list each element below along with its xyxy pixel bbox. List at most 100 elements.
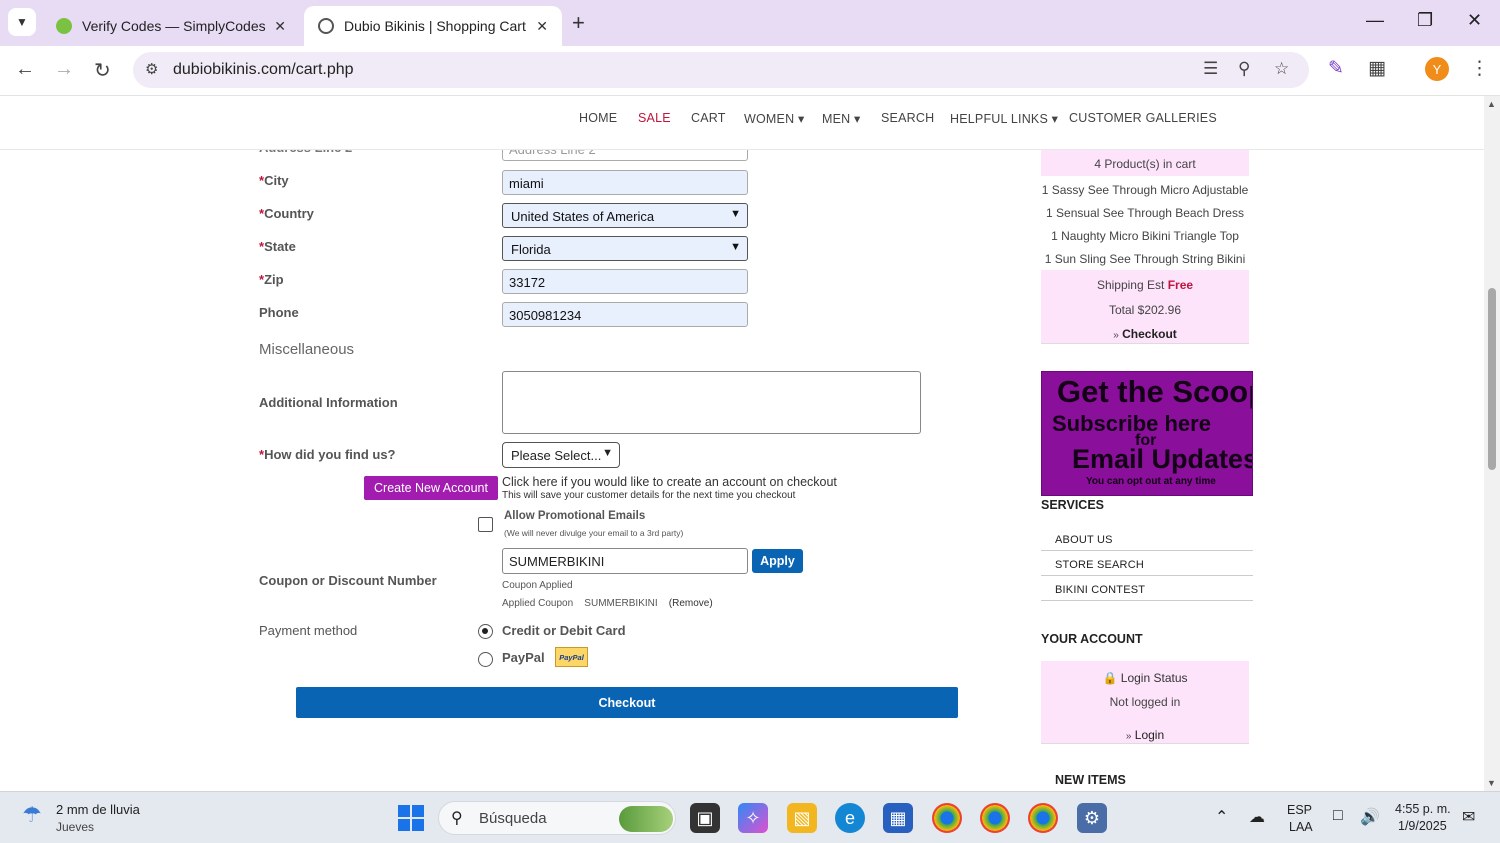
translate-icon[interactable]: ☰: [1203, 59, 1218, 79]
tab-title: Dubio Bikinis | Shopping Cart: [344, 18, 526, 34]
coupon-input[interactable]: SUMMERBIKINI: [502, 548, 748, 574]
back-arrow-icon[interactable]: ←: [15, 58, 35, 81]
tab-dubio-cart[interactable]: Dubio Bikinis | Shopping Cart ✕: [304, 6, 562, 46]
zoom-icon[interactable]: ⚲: [1238, 59, 1250, 79]
tab-search-button[interactable]: ▼: [8, 8, 36, 36]
chrome-profile-icon[interactable]: [1028, 803, 1058, 833]
email-subscribe-banner[interactable]: Get the Scoop Subscribe here for Email U…: [1041, 371, 1253, 496]
service-about-us[interactable]: ABOUT US: [1041, 526, 1253, 551]
address-bar[interactable]: ⚙ dubiobikinis.com/cart.php ☰ ⚲ ☆: [133, 52, 1309, 88]
site-info-icon[interactable]: ⚙: [145, 60, 158, 78]
phone-input[interactable]: 3050981234: [502, 302, 748, 327]
menu-dots-icon[interactable]: ⋮: [1470, 57, 1489, 80]
misc-heading: Miscellaneous: [259, 341, 355, 358]
payment-card-label[interactable]: Credit or Debit Card: [502, 623, 626, 638]
extensions-puzzle-icon[interactable]: ▦: [1368, 57, 1386, 80]
forward-arrow-icon[interactable]: →: [54, 58, 74, 81]
cart-item[interactable]: 1 Sun Sling See Through String Bikini: [1041, 252, 1249, 266]
globe-icon: [318, 18, 334, 34]
city-input[interactable]: miami: [502, 170, 748, 195]
additional-info-label: Additional Information: [259, 395, 398, 410]
search-highlight-image: [619, 806, 673, 832]
nav-search[interactable]: SEARCH: [881, 111, 934, 125]
create-account-button[interactable]: Create New Account: [364, 476, 498, 500]
network-icon[interactable]: □: [1333, 807, 1343, 825]
task-view-icon[interactable]: ▣: [690, 803, 720, 833]
onedrive-cloud-icon[interactable]: ☁: [1249, 807, 1265, 827]
url-text[interactable]: dubiobikinis.com/cart.php: [173, 61, 354, 79]
promo-emails-note: (We will never divulge your email to a 3…: [504, 528, 684, 538]
page-scrollbar[interactable]: ▲ ▼: [1484, 96, 1500, 791]
rain-umbrella-icon[interactable]: ☂: [22, 802, 42, 828]
weather-text[interactable]: 2 mm de lluvia: [56, 802, 140, 817]
zip-input[interactable]: 33172: [502, 269, 748, 294]
store-icon[interactable]: ▦: [883, 803, 913, 833]
promo-emails-checkbox[interactable]: [478, 517, 493, 532]
service-store-search[interactable]: STORE SEARCH: [1041, 551, 1253, 576]
remove-coupon-link[interactable]: (Remove): [669, 598, 713, 609]
nav-women[interactable]: WOMEN ▾: [744, 111, 804, 126]
tab-simplycodes[interactable]: Verify Codes — SimplyCodes ✕: [42, 6, 300, 46]
app-icon[interactable]: ⚙: [1077, 803, 1107, 833]
banner-line: Email Updates: [1072, 444, 1253, 474]
payment-paypal-label[interactable]: PayPal: [502, 650, 545, 665]
language-layout[interactable]: LAA: [1289, 820, 1313, 834]
close-window-icon[interactable]: ✕: [1467, 10, 1482, 31]
additional-info-textarea[interactable]: [502, 371, 921, 434]
sidebar-checkout-link[interactable]: » Checkout: [1041, 327, 1249, 341]
notification-bell-icon[interactable]: ✉: [1462, 807, 1475, 827]
chevron-down-icon: ▼: [602, 447, 613, 459]
promo-emails-label: Allow Promotional Emails: [504, 510, 646, 522]
profile-avatar[interactable]: Y: [1425, 57, 1449, 81]
clock-time[interactable]: 4:55 p. m.: [1395, 802, 1451, 816]
nav-customer-galleries[interactable]: CUSTOMER GALLERIES: [1069, 111, 1217, 125]
bookmark-star-icon[interactable]: ☆: [1274, 59, 1289, 79]
apply-coupon-button[interactable]: Apply: [752, 549, 803, 573]
edge-icon[interactable]: e: [835, 803, 865, 833]
nav-men[interactable]: MEN ▾: [822, 111, 861, 126]
chevron-up-icon[interactable]: ⌃: [1215, 807, 1228, 827]
minimize-icon[interactable]: —: [1366, 10, 1384, 31]
nav-cart[interactable]: CART: [691, 111, 726, 125]
nav-home[interactable]: HOME: [579, 111, 617, 125]
payment-card-radio[interactable]: [478, 624, 493, 639]
scroll-down-icon[interactable]: ▼: [1487, 778, 1496, 788]
applied-coupon-prefix: Applied Coupon: [502, 598, 574, 609]
checkout-button[interactable]: Checkout: [296, 687, 958, 718]
pen-extension-icon[interactable]: ✎: [1328, 57, 1344, 80]
copilot-icon[interactable]: ✧: [738, 803, 768, 833]
cart-item[interactable]: 1 Sassy See Through Micro Adjustable: [1041, 183, 1249, 197]
payment-paypal-radio[interactable]: [478, 652, 493, 667]
service-bikini-contest[interactable]: BIKINI CONTEST: [1041, 576, 1253, 601]
windows-start-icon[interactable]: [398, 805, 424, 831]
country-select[interactable]: United States of America ▼: [502, 203, 748, 228]
nav-helpful-links[interactable]: HELPFUL LINKS ▾: [950, 111, 1058, 126]
clock-date[interactable]: 1/9/2025: [1398, 819, 1447, 833]
nav-sale[interactable]: SALE: [638, 111, 671, 125]
cart-item[interactable]: 1 Naughty Micro Bikini Triangle Top: [1041, 229, 1249, 243]
language-indicator[interactable]: ESP: [1287, 803, 1312, 817]
find-us-select[interactable]: Please Select... ▼: [502, 442, 620, 468]
windows-taskbar: ☂ 2 mm de lluvia Jueves ⚲ Búsqueda ▣ ✧ ▧…: [0, 791, 1500, 843]
chrome-icon[interactable]: [932, 803, 962, 833]
state-select[interactable]: Florida ▼: [502, 236, 748, 261]
scroll-up-icon[interactable]: ▲: [1487, 99, 1496, 109]
weather-day[interactable]: Jueves: [56, 820, 94, 834]
cart-summary-box: 4 Product(s) in cart 1 Sassy See Through…: [1041, 150, 1249, 344]
cart-item[interactable]: 1 Sensual See Through Beach Dress: [1041, 206, 1249, 220]
restore-icon[interactable]: ❐: [1417, 10, 1433, 31]
reload-icon[interactable]: ↻: [94, 58, 111, 83]
new-tab-plus-icon[interactable]: +: [572, 10, 585, 36]
cart-totals: Shipping Est Free Total $202.96 » Checko…: [1041, 270, 1249, 344]
login-link[interactable]: » Login: [1041, 728, 1249, 742]
file-explorer-icon[interactable]: ▧: [787, 803, 817, 833]
volume-icon[interactable]: 🔊: [1360, 807, 1380, 827]
banner-line: Get the Scoop: [1057, 374, 1253, 409]
scroll-thumb[interactable]: [1488, 288, 1496, 470]
account-box: 🔒 Login Status Not logged in » Login: [1041, 661, 1249, 744]
close-icon[interactable]: ✕: [536, 18, 548, 35]
taskbar-search[interactable]: ⚲ Búsqueda: [438, 801, 676, 835]
coupon-label: Coupon or Discount Number: [259, 573, 437, 588]
chrome-active-icon[interactable]: [980, 803, 1010, 833]
close-icon[interactable]: ✕: [274, 18, 286, 35]
